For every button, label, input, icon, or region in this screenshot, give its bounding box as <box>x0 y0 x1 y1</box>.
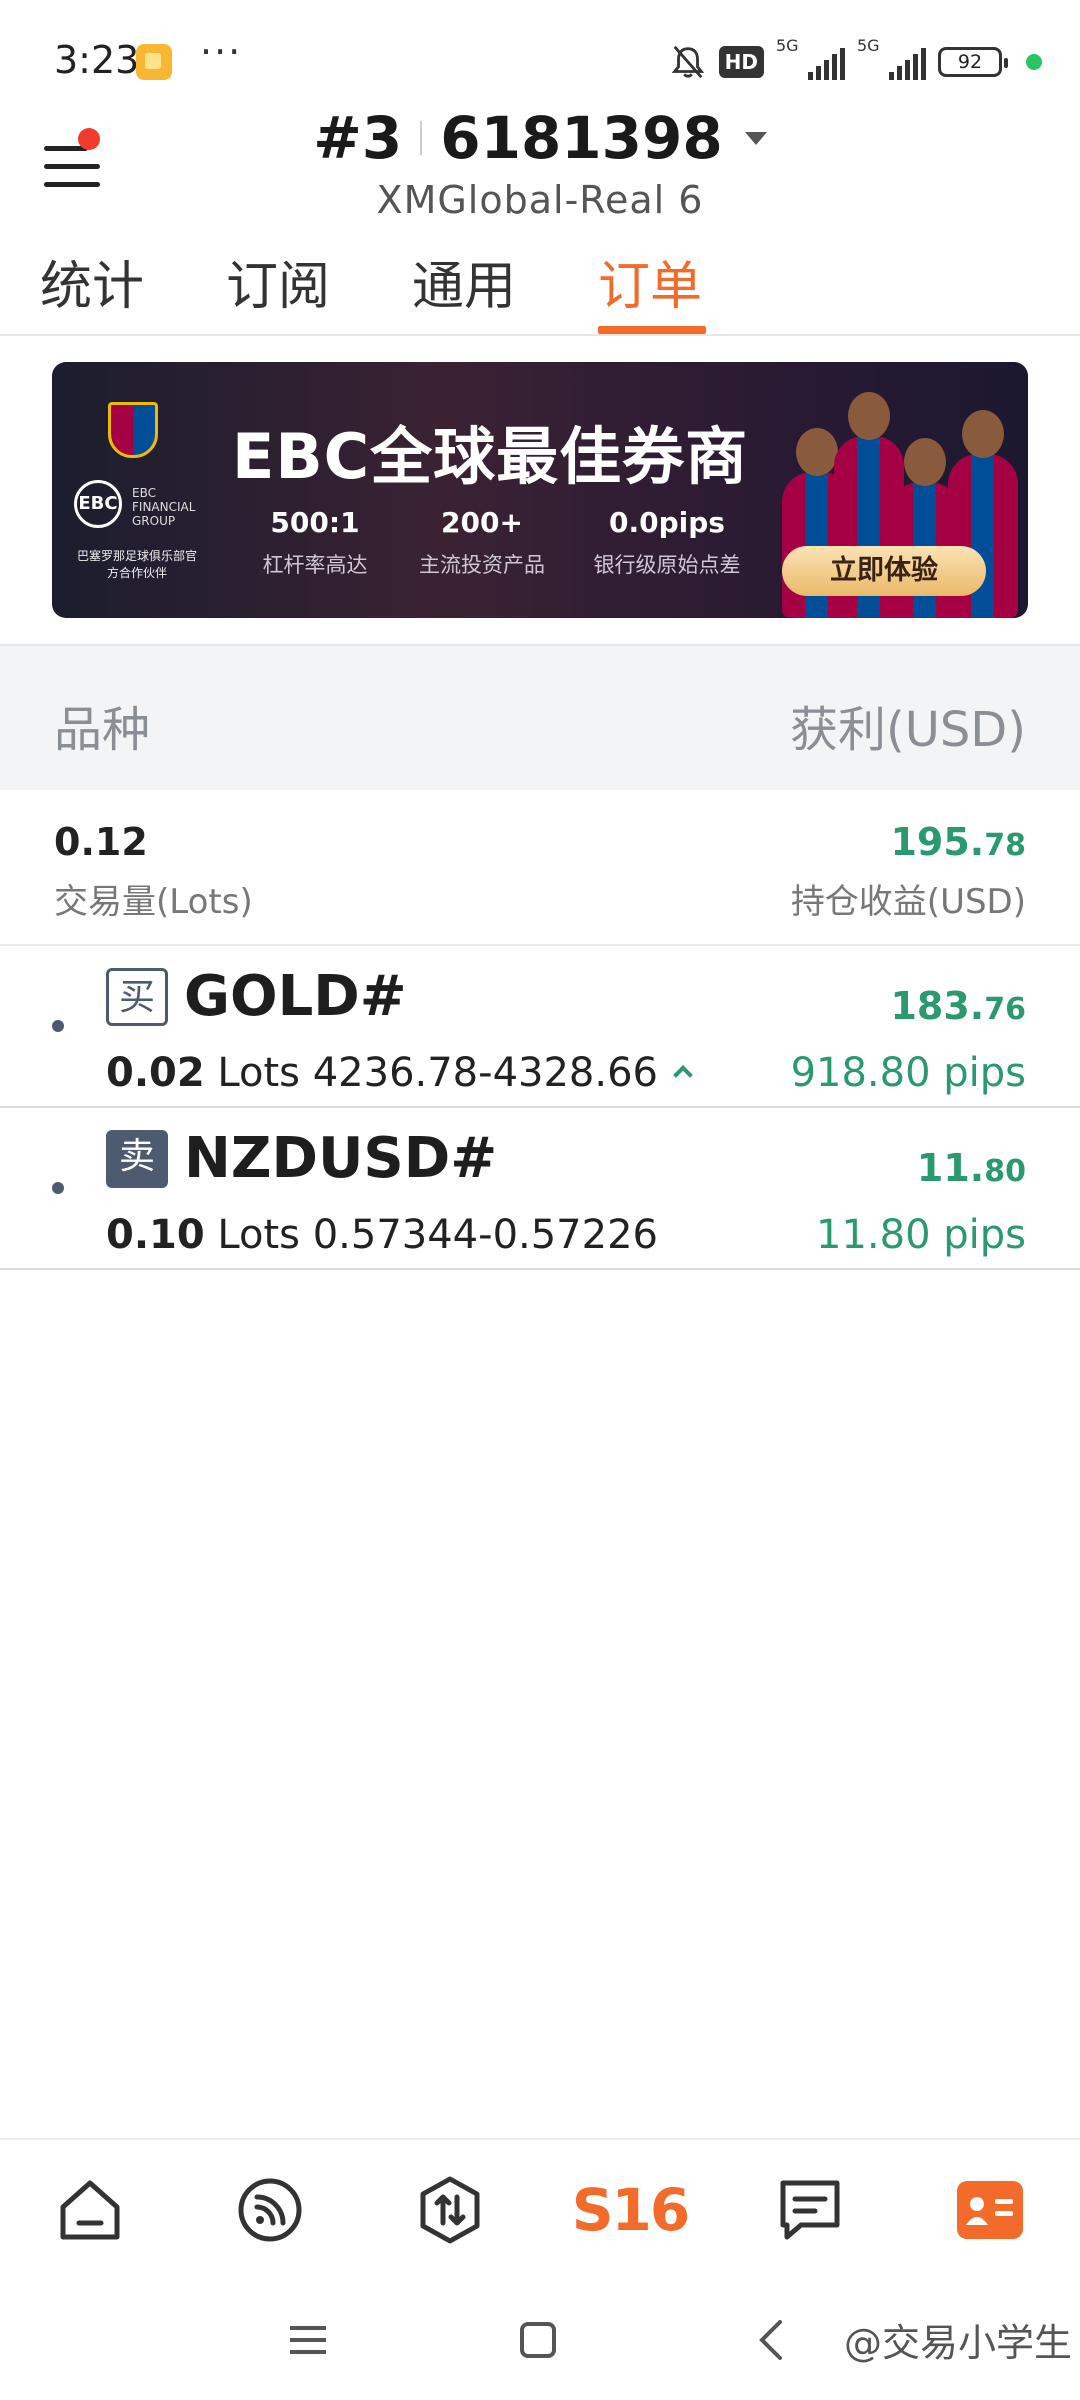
list-header: 品种 获利(USD) <box>0 644 1080 790</box>
account-selector[interactable]: #3 6181398 <box>0 104 1080 172</box>
positions-summary: 0.12 交易量(Lots) 195.78 持仓收益(USD) <box>0 790 1080 946</box>
home-button-icon[interactable] <box>508 2310 568 2370</box>
mute-bell-icon <box>671 45 704 79</box>
profit-column-header: 获利(USD) <box>789 702 1026 758</box>
back-icon[interactable] <box>742 2310 802 2370</box>
position-row[interactable]: 卖 NZDUSD# 0.10 Lots 0.57344-0.57226 11.8… <box>0 1108 1080 1270</box>
ebc-logo: EBC <box>74 480 122 528</box>
position-symbol: NZDUSD# <box>184 1126 498 1191</box>
fc-barcelona-crest-icon <box>108 402 158 458</box>
more-notifications-icon: ··· <box>200 30 243 74</box>
recents-icon[interactable] <box>278 2310 338 2370</box>
home-icon[interactable] <box>50 2170 130 2250</box>
position-profit: 11.80 <box>916 1146 1026 1190</box>
position-detail: 0.10 Lots 0.57344-0.57226 <box>106 1212 658 1258</box>
server-name: XMGlobal-Real 6 <box>376 178 704 222</box>
total-profit: 195.78 <box>890 820 1026 864</box>
promo-banner[interactable]: EBC EBC FINANCIAL GROUP 巴塞罗那足球俱乐部官方合作伙伴 … <box>52 362 1028 618</box>
tab-orders[interactable]: 订单 <box>598 244 702 334</box>
banner-title: EBC全球最佳券商 <box>232 420 749 493</box>
position-row[interactable]: 买 GOLD# 0.02 Lots 4236.78-4328.66 183.76… <box>0 946 1080 1108</box>
total-volume-label: 交易量(Lots) <box>54 882 253 922</box>
hd-voice-icon: HD <box>718 46 764 78</box>
position-profit: 183.76 <box>890 984 1026 1028</box>
status-time: 3:23 <box>54 38 140 82</box>
dropdown-caret-icon[interactable] <box>744 131 767 145</box>
watermark: @交易小学生 <box>843 2321 1072 2365</box>
signal-sim1-icon: 5G <box>776 36 845 80</box>
system-navigation: @交易小学生 <box>0 2290 1080 2380</box>
signal-sim2-icon: 5G <box>857 36 926 80</box>
banner-partner-text: 巴塞罗那足球俱乐部官方合作伙伴 <box>76 549 197 580</box>
account-number: 6181398 <box>440 104 723 172</box>
symbol-column-header: 品种 <box>54 702 151 758</box>
banner-stat-products: 200+ 主流投资产品 <box>419 506 545 577</box>
bullet-dot <box>52 1182 64 1194</box>
banner-company: EBC FINANCIAL GROUP <box>132 486 196 528</box>
tab-subscribe[interactable]: 订阅 <box>226 244 330 334</box>
battery-icon: 92 <box>938 47 1008 77</box>
s16-logo[interactable]: S16 <box>572 2170 690 2250</box>
position-pips: 918.80 pips <box>790 1050 1026 1096</box>
notification-icon <box>136 44 172 80</box>
bullet-dot <box>52 1020 64 1032</box>
tab-general[interactable]: 通用 <box>412 244 516 334</box>
position-detail: 0.02 Lots 4236.78-4328.66 <box>106 1050 693 1096</box>
expand-up-icon[interactable] <box>673 1065 693 1085</box>
feed-icon[interactable] <box>230 2170 310 2250</box>
profile-icon[interactable] <box>950 2170 1030 2250</box>
account-prefix: #3 <box>313 104 403 172</box>
trade-icon[interactable] <box>410 2170 490 2250</box>
position-symbol: GOLD# <box>184 964 407 1029</box>
buy-badge: 买 <box>106 968 168 1026</box>
tab-bar: 统计 订阅 通用 订单 <box>0 244 1080 336</box>
banner-stat-spread: 0.0pips 银行级原始点差 <box>593 506 741 577</box>
tab-statistics[interactable]: 统计 <box>40 244 144 334</box>
position-pips: 11.80 pips <box>816 1212 1026 1258</box>
chat-icon[interactable] <box>770 2170 850 2250</box>
total-profit-label: 持仓收益(USD) <box>790 882 1026 922</box>
active-tab-indicator <box>598 326 706 334</box>
privacy-indicator-dot <box>1026 54 1042 70</box>
sell-badge: 卖 <box>106 1130 168 1188</box>
bottom-navigation: S16 <box>0 2138 1080 2268</box>
total-volume: 0.12 <box>54 820 148 864</box>
try-now-button[interactable]: 立即体验 <box>782 546 986 596</box>
status-bar: 3:23 ··· HD 5G 5G 92 <box>0 0 1080 110</box>
banner-stat-leverage: 500:1 杠杆率高达 <box>262 506 368 577</box>
